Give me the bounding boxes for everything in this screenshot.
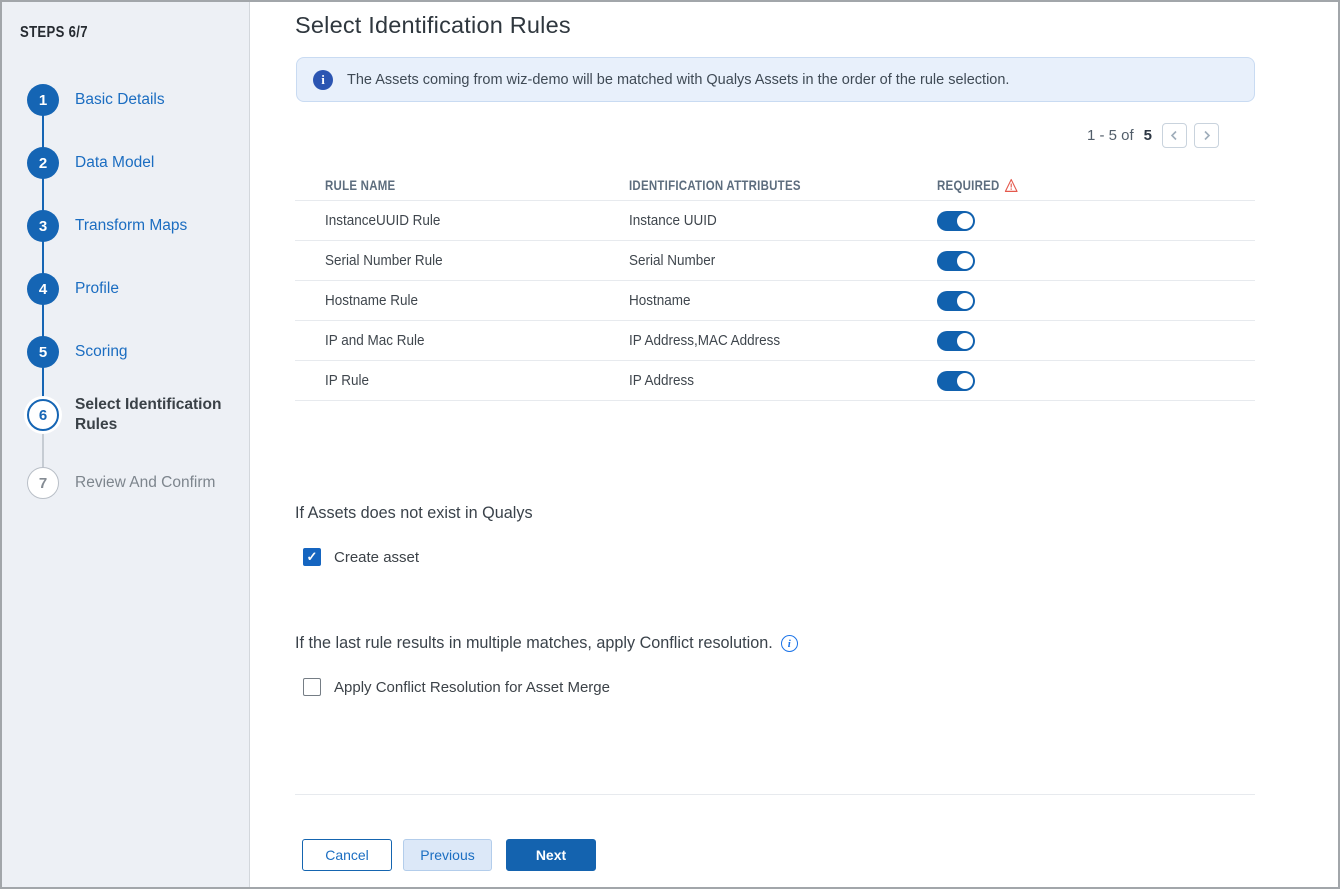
table-row: Hostname Rule Hostname <box>295 281 1255 321</box>
conflict-resolution-heading-text: If the last rule results in multiple mat… <box>295 634 773 652</box>
toggle-knob <box>957 252 973 269</box>
conflict-info-icon[interactable]: i <box>780 635 798 652</box>
attributes-cell: Instance UUID <box>629 212 717 229</box>
apply-conflict-checkbox-row[interactable]: Apply Conflict Resolution for Asset Merg… <box>303 678 610 696</box>
table-row: IP Rule IP Address <box>295 361 1255 401</box>
asset-missing-heading: If Assets does not exist in Qualys <box>295 504 533 522</box>
step-label: Transform Maps <box>75 217 188 234</box>
step-label: Select Identification Rules <box>75 396 222 433</box>
step-label: Basic Details <box>75 91 165 108</box>
step-number-badge: 1 <box>27 84 59 116</box>
sidebar-step-profile[interactable]: 4 Profile <box>27 273 119 305</box>
step-number-badge: 7 <box>27 467 59 499</box>
previous-button[interactable]: Previous <box>403 839 492 871</box>
step-number-badge: 4 <box>27 273 59 305</box>
required-toggle[interactable] <box>937 250 975 271</box>
chevron-left-icon <box>1169 130 1180 141</box>
rule-name-cell: IP Rule <box>325 372 369 389</box>
pagination-next-button[interactable] <box>1194 122 1219 148</box>
steps-header: STEPS 6/7 <box>20 24 88 41</box>
column-header-required: REQUIRED <box>937 177 1198 193</box>
pagination-total: 5 <box>1143 126 1152 144</box>
conflict-resolution-heading: If the last rule results in multiple mat… <box>295 634 798 653</box>
create-asset-label: Create asset <box>334 548 420 566</box>
toggle-knob <box>957 212 973 229</box>
step-label: Review And Confirm <box>75 474 216 491</box>
table-row: IP and Mac Rule IP Address,MAC Address <box>295 321 1255 361</box>
steps-sidebar: STEPS 6/7 1 Basic Details 2 Data Model 3… <box>2 2 250 887</box>
step-label: Data Model <box>75 154 155 171</box>
required-toggle[interactable] <box>937 210 975 231</box>
toggle-knob <box>957 372 973 389</box>
wizard-window: STEPS 6/7 1 Basic Details 2 Data Model 3… <box>0 0 1340 889</box>
sidebar-step-scoring[interactable]: 5 Scoring <box>27 336 128 368</box>
rule-name-cell: InstanceUUID Rule <box>325 212 441 229</box>
apply-conflict-label: Apply Conflict Resolution for Asset Merg… <box>334 678 610 696</box>
table-row: Serial Number Rule Serial Number <box>295 241 1255 281</box>
step-number-badge: 2 <box>27 147 59 179</box>
rule-name-cell: Hostname Rule <box>325 292 418 309</box>
chevron-right-icon <box>1201 130 1212 141</box>
toggle-knob <box>957 332 973 349</box>
step-label: Profile <box>75 280 119 297</box>
rule-name-cell: Serial Number Rule <box>325 252 443 269</box>
table-row: InstanceUUID Rule Instance UUID <box>295 201 1255 241</box>
rule-name-cell: IP and Mac Rule <box>325 332 425 349</box>
step-label: Scoring <box>75 343 128 360</box>
create-asset-checkbox-row[interactable]: ✓ Create asset <box>303 548 419 566</box>
page-title: Select Identification Rules <box>295 12 571 38</box>
pagination-range: 1 - 5 of <box>1086 126 1134 144</box>
footer-divider <box>295 794 1255 795</box>
sidebar-step-data-model[interactable]: 2 Data Model <box>27 147 154 179</box>
info-banner: i The Assets coming from wiz-demo will b… <box>296 57 1255 102</box>
step-number-badge: 5 <box>27 336 59 368</box>
attributes-cell: IP Address <box>629 372 694 389</box>
info-icon: i <box>313 69 333 90</box>
toggle-knob <box>957 292 973 309</box>
main-content: Select Identification Rules i The Assets… <box>250 2 1338 887</box>
warning-triangle-icon <box>1004 178 1018 193</box>
cancel-button[interactable]: Cancel <box>302 839 392 871</box>
required-toggle[interactable] <box>937 370 975 391</box>
check-icon: ✓ <box>306 549 318 564</box>
sidebar-step-basic-details[interactable]: 1 Basic Details <box>27 84 165 116</box>
pagination: 1 - 5 of 5 <box>295 122 1219 148</box>
attributes-cell: Hostname <box>629 292 691 309</box>
next-button[interactable]: Next <box>506 839 596 871</box>
step-number-badge: 3 <box>27 210 59 242</box>
apply-conflict-checkbox[interactable] <box>303 678 321 696</box>
create-asset-checkbox[interactable]: ✓ <box>303 548 321 566</box>
column-header-required-label: REQUIRED <box>937 177 1000 193</box>
attributes-cell: Serial Number <box>629 252 716 269</box>
required-toggle[interactable] <box>937 290 975 311</box>
pagination-prev-button[interactable] <box>1162 122 1187 148</box>
column-header-identification-attributes: IDENTIFICATION ATTRIBUTES <box>629 177 801 193</box>
table-header-row: RULE NAME IDENTIFICATION ATTRIBUTES REQU… <box>295 170 1255 201</box>
info-banner-text: The Assets coming from wiz-demo will be … <box>347 71 1010 88</box>
sidebar-step-select-identification-rules[interactable]: 6 Select Identification Rules <box>27 395 235 435</box>
sidebar-step-review-and-confirm[interactable]: 7 Review And Confirm <box>27 467 215 499</box>
footer-buttons: Cancel Previous Next <box>302 839 596 871</box>
required-toggle[interactable] <box>937 330 975 351</box>
column-header-rule-name: RULE NAME <box>325 177 396 193</box>
step-number-badge: 6 <box>27 399 59 431</box>
attributes-cell: IP Address,MAC Address <box>629 332 781 349</box>
sidebar-step-transform-maps[interactable]: 3 Transform Maps <box>27 210 187 242</box>
identification-rules-table: RULE NAME IDENTIFICATION ATTRIBUTES REQU… <box>295 170 1255 401</box>
